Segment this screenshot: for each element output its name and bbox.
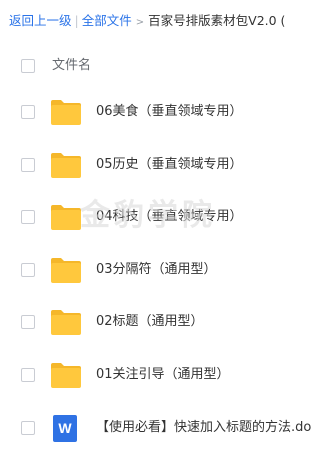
folder-row[interactable]: 05历史（垂直领域专用） — [0, 139, 320, 191]
row-checkbox[interactable] — [21, 262, 35, 277]
chevron-right-icon: > — [135, 17, 145, 28]
folder-icon — [51, 205, 81, 231]
file-row[interactable]: W 【使用必看】快速加入标题的方法.do — [0, 402, 320, 454]
row-checkbox[interactable] — [21, 210, 35, 225]
file-name[interactable]: 02标题（通用型） — [96, 296, 204, 348]
folder-icon — [51, 310, 81, 336]
folder-icon — [51, 257, 81, 283]
breadcrumb: 返回上一级 | 全部文件 > 百家号排版素材包V2.0 ( — [0, 8, 320, 34]
file-name[interactable]: 03分隔符（通用型） — [96, 244, 217, 296]
file-name[interactable]: 01关注引导（通用型） — [96, 349, 230, 401]
file-name[interactable]: 【使用必看】快速加入标题的方法.do — [96, 402, 311, 454]
folder-icon — [51, 363, 81, 388]
all-files-link[interactable]: 全部文件 — [82, 13, 132, 28]
folder-icon — [51, 100, 81, 125]
folder-icon — [51, 152, 81, 178]
word-document-icon: W — [53, 414, 77, 442]
folder-row[interactable]: 03分隔符（通用型） — [0, 244, 320, 296]
folder-row[interactable]: 01关注引导（通用型） — [0, 349, 320, 401]
breadcrumb-current: 百家号排版素材包V2.0 ( — [148, 13, 286, 28]
row-checkbox[interactable] — [21, 315, 35, 330]
file-name[interactable]: 06美食（垂直领域专用） — [96, 86, 243, 138]
breadcrumb-divider: | — [74, 13, 79, 28]
select-all-checkbox[interactable] — [21, 59, 35, 73]
folder-row[interactable]: 04科技（垂直领域专用） — [0, 191, 320, 243]
back-link[interactable]: 返回上一级 — [9, 13, 72, 28]
file-name[interactable]: 04科技（垂直领域专用） — [96, 191, 243, 243]
file-list-header: 文件名 — [0, 50, 320, 82]
row-checkbox[interactable] — [21, 157, 35, 172]
folder-row[interactable]: 06美食（垂直领域专用） — [0, 86, 320, 138]
column-header-filename[interactable]: 文件名 — [52, 50, 91, 82]
file-name[interactable]: 05历史（垂直领域专用） — [96, 139, 243, 191]
row-checkbox[interactable] — [21, 368, 35, 382]
folder-row[interactable]: 02标题（通用型） — [0, 296, 320, 348]
row-checkbox[interactable] — [21, 420, 35, 435]
row-checkbox[interactable] — [21, 105, 35, 119]
